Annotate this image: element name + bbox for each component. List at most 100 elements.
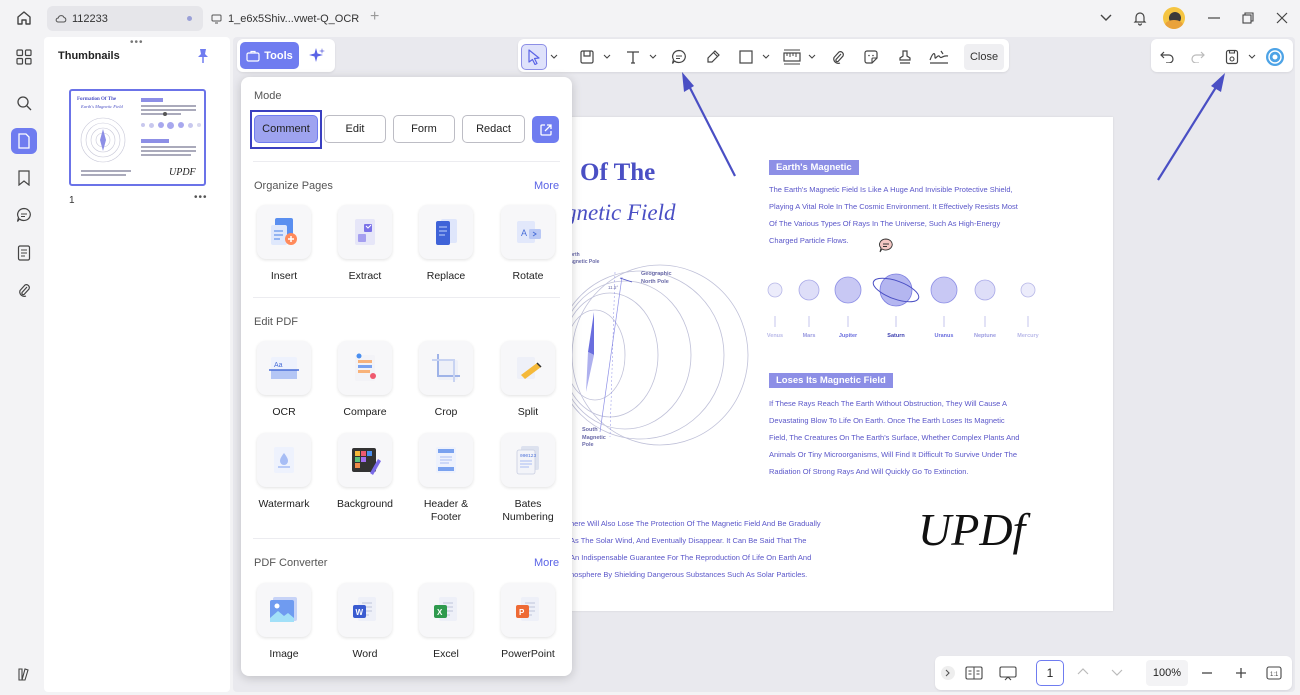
crop-tool[interactable]: Crop	[411, 341, 481, 419]
actual-size-icon[interactable]: 1:1	[1266, 665, 1282, 681]
zoom-in-icon[interactable]	[1234, 666, 1248, 680]
svg-text:P: P	[519, 608, 525, 617]
minimize-icon[interactable]	[1203, 7, 1225, 29]
ai-assistant-icon[interactable]	[1262, 44, 1288, 70]
page-thumbnail[interactable]: Formation Of The Earth's Magnetic Field	[69, 89, 206, 186]
mode-comment-button[interactable]: Comment	[254, 115, 318, 143]
organize-more-link[interactable]: More	[534, 180, 559, 192]
chevron-down-icon[interactable]	[550, 53, 558, 61]
tab-112233[interactable]: 112233	[47, 6, 203, 31]
share-icon[interactable]	[532, 116, 559, 143]
chevron-down-icon[interactable]	[1248, 53, 1256, 61]
header-footer-icon	[419, 433, 473, 487]
redo-icon[interactable]	[1185, 44, 1211, 70]
comment-annotation-icon[interactable]	[878, 238, 894, 253]
svg-text:Aa: Aa	[274, 362, 283, 369]
zoom-out-icon[interactable]	[1200, 666, 1214, 680]
page-layout-icon[interactable]	[965, 665, 983, 681]
tool-label: Background	[336, 498, 394, 510]
organize-icon[interactable]	[11, 44, 37, 70]
textbox-tool-icon[interactable]	[574, 44, 600, 70]
stamp-icon[interactable]	[892, 44, 918, 70]
mode-edit-button[interactable]: Edit	[324, 115, 386, 143]
chevron-down-icon[interactable]	[649, 53, 657, 61]
tools-button[interactable]: Tools	[240, 42, 299, 69]
doc-title-line1: Of The	[580, 159, 656, 186]
new-tab-button[interactable]: +	[370, 8, 379, 26]
tool-label: Image	[269, 648, 299, 660]
comment-note-icon[interactable]	[666, 44, 692, 70]
restore-icon[interactable]	[1237, 7, 1259, 29]
bates-numbering-icon: 000123	[501, 433, 555, 487]
updf-signature-logo: UPDf	[918, 504, 1026, 555]
bookmark-icon[interactable]	[11, 165, 37, 191]
text-tool-icon[interactable]	[620, 44, 646, 70]
bates-numbering-tool[interactable]: 000123 Bates Numbering	[493, 433, 563, 524]
converter-more-link[interactable]: More	[534, 557, 559, 569]
select-tool-icon[interactable]	[521, 44, 547, 70]
chevron-down-icon[interactable]	[1095, 7, 1117, 29]
page-number-input[interactable]: 1	[1036, 660, 1064, 686]
previous-page-icon[interactable]	[1077, 667, 1089, 675]
header-footer-tool[interactable]: Header & Footer	[411, 433, 481, 524]
image-converter-tool[interactable]: Image	[249, 583, 319, 661]
tab-document[interactable]: 1_e6x5Shiv...vwet-Q_OCR	[203, 6, 368, 31]
attach-file-icon[interactable]	[825, 44, 851, 70]
image-icon	[257, 583, 311, 637]
comments-icon[interactable]	[11, 202, 37, 228]
watermark-tool[interactable]: Watermark	[249, 433, 319, 511]
excel-icon: X	[419, 583, 473, 637]
save-icon[interactable]	[1219, 44, 1245, 70]
svg-text:W: W	[356, 608, 364, 617]
measure-tool-icon[interactable]	[779, 44, 805, 70]
mode-form-button[interactable]: Form	[393, 115, 455, 143]
next-page-icon[interactable]	[1111, 669, 1123, 677]
pin-icon[interactable]	[196, 48, 210, 64]
undo-icon[interactable]	[1154, 44, 1180, 70]
thumbnails-panel: ••• Thumbnails Formation Of The Earth's …	[44, 37, 230, 692]
close-toolbar-button[interactable]: Close	[964, 44, 1004, 70]
powerpoint-converter-tool[interactable]: P PowerPoint	[493, 583, 563, 661]
compare-icon	[338, 341, 392, 395]
section1-text: The Earth's Magnetic Field Is Like A Hug…	[769, 181, 1069, 249]
chevron-down-icon[interactable]	[603, 53, 611, 61]
split-tool[interactable]: Split	[493, 341, 563, 419]
tool-label: Header & Footer	[423, 498, 469, 523]
chevron-down-icon[interactable]	[762, 53, 770, 61]
rectangle-tool-icon[interactable]	[733, 44, 759, 70]
close-window-icon[interactable]	[1271, 7, 1293, 29]
thumbnails-icon[interactable]	[11, 128, 37, 154]
planet-label: Uranus	[934, 333, 954, 339]
attachment-icon[interactable]	[11, 277, 37, 303]
bell-icon[interactable]	[1129, 7, 1151, 29]
mode-redact-button[interactable]: Redact	[462, 115, 525, 143]
search-icon[interactable]	[11, 90, 37, 116]
ocr-icon: Aa	[257, 341, 311, 395]
avatar[interactable]	[1163, 7, 1185, 29]
word-converter-tool[interactable]: W Word	[330, 583, 400, 661]
pages-icon[interactable]	[11, 240, 37, 266]
extract-tool[interactable]: Extract	[330, 205, 400, 283]
sticker-icon[interactable]	[858, 44, 884, 70]
ai-sparkle-icon[interactable]	[308, 47, 326, 65]
layers-icon[interactable]	[11, 661, 37, 687]
highlighter-icon[interactable]	[700, 44, 726, 70]
ocr-tool[interactable]: Aa OCR	[249, 341, 319, 419]
excel-converter-tool[interactable]: X Excel	[411, 583, 481, 661]
thumbnail-more-icon[interactable]: •••	[194, 192, 208, 203]
compare-tool[interactable]: Compare	[330, 341, 400, 419]
expand-icon[interactable]	[941, 666, 955, 680]
drag-handle[interactable]: •••	[130, 37, 144, 48]
text-line: here Will Also Lose The Protection Of Th…	[570, 519, 821, 528]
tool-label: Rotate	[512, 270, 544, 282]
home-icon[interactable]	[13, 7, 35, 29]
rotate-tool[interactable]: A Rotate	[493, 205, 563, 283]
signature-icon[interactable]	[926, 44, 952, 70]
chevron-down-icon[interactable]	[808, 53, 816, 61]
replace-tool[interactable]: Replace	[411, 205, 481, 283]
insert-tool[interactable]: Insert	[249, 205, 319, 283]
presentation-icon[interactable]	[999, 665, 1017, 681]
tools-panel: Mode Comment Edit Form Redact Organize P…	[241, 77, 572, 676]
background-tool[interactable]: Background	[330, 433, 400, 511]
zoom-level[interactable]: 100%	[1146, 660, 1188, 686]
